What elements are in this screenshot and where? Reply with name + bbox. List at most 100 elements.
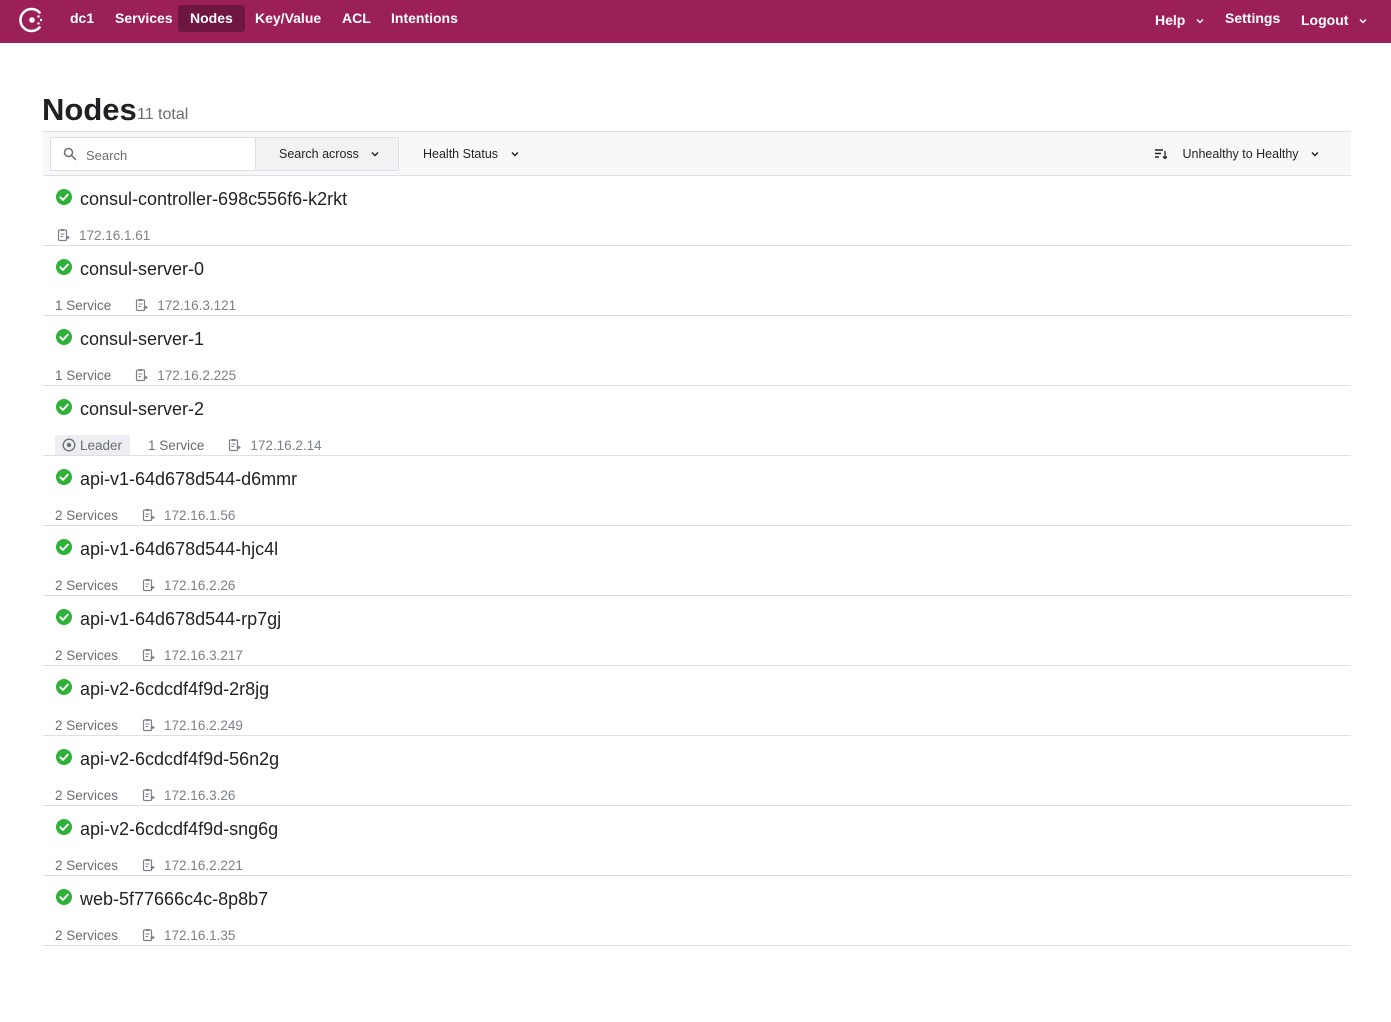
node-name: api-v2-6cdcdf4f9d-2r8jg: [80, 679, 270, 699]
node-row[interactable]: api-v1-64d678d544-hjc4l 2 Services 172.1…: [43, 526, 1351, 596]
leader-badge: Leader: [55, 435, 131, 455]
address-icon: [142, 579, 155, 592]
node-row[interactable]: api-v1-64d678d544-rp7gj 2 Services 172.1…: [43, 596, 1351, 666]
service-count: 1 Service: [148, 437, 205, 453]
filter-bar: Search across Health Status Unhealthy to…: [43, 131, 1351, 176]
nav-acl[interactable]: ACL: [330, 5, 383, 32]
page-title: Nodes: [42, 92, 137, 127]
search-box: [50, 137, 256, 171]
sort-dropdown[interactable]: Unhealthy to Healthy: [1154, 137, 1320, 171]
nav-datacenter[interactable]: dc1: [58, 5, 106, 32]
health-passing-icon: [56, 679, 72, 695]
node-name: web-5f77666c4c-8p8b7: [80, 889, 269, 909]
node-meta: 2 Services 172.16.1.56: [55, 505, 235, 525]
chevron-down-icon: [1359, 19, 1367, 24]
address-icon: [142, 649, 155, 662]
address-icon: [136, 299, 149, 312]
search-across-dropdown[interactable]: Search across: [255, 137, 399, 171]
address-icon: [229, 439, 242, 452]
health-passing-icon: [56, 399, 72, 415]
service-count: 1 Service: [55, 367, 112, 383]
node-name: consul-server-2: [80, 399, 205, 419]
search-input[interactable]: [86, 146, 246, 164]
chevron-down-icon: [1311, 151, 1319, 157]
node-row[interactable]: api-v2-6cdcdf4f9d-2r8jg 2 Services 172.1…: [43, 666, 1351, 736]
node-row[interactable]: api-v2-6cdcdf4f9d-sng6g 2 Services 172.1…: [43, 806, 1351, 876]
node-address: 172.16.2.249: [164, 717, 243, 733]
service-count: 2 Services: [55, 717, 119, 733]
health-passing-icon: [56, 539, 72, 555]
health-passing-icon: [56, 609, 72, 625]
node-meta: 2 Services 172.16.2.26: [55, 575, 235, 595]
node-name: consul-server-1: [80, 329, 205, 349]
leader-label: Leader: [80, 437, 123, 453]
consul-logo-icon[interactable]: [18, 6, 46, 34]
address-icon: [142, 859, 155, 872]
nav-settings[interactable]: Settings: [1213, 5, 1292, 32]
node-row[interactable]: consul-controller-698c556f6-k2rkt 172.16…: [43, 176, 1351, 246]
help-menu[interactable]: Help: [1143, 7, 1217, 34]
address-icon: [136, 369, 149, 382]
node-meta: 2 Services 172.16.2.221: [55, 855, 243, 875]
node-name: consul-controller-698c556f6-k2rkt: [80, 189, 348, 209]
service-count: 2 Services: [55, 647, 119, 663]
service-count: 2 Services: [55, 577, 119, 593]
address-icon: [142, 789, 155, 802]
logout-menu[interactable]: Logout: [1289, 7, 1380, 34]
health-passing-icon: [56, 189, 72, 205]
logout-label: Logout: [1301, 12, 1349, 28]
chevron-down-icon: [371, 151, 379, 157]
node-meta: 172.16.1.61: [55, 225, 150, 245]
node-meta: 2 Services 172.16.1.35: [55, 925, 235, 945]
leader-icon: [62, 438, 76, 452]
service-count: 2 Services: [55, 787, 119, 803]
node-meta: 2 Services 172.16.3.217: [55, 645, 243, 665]
health-status-label: Health Status: [423, 147, 499, 161]
node-name: api-v1-64d678d544-d6mmr: [80, 469, 298, 489]
node-row[interactable]: web-5f77666c4c-8p8b7 2 Services 172.16.1…: [43, 876, 1351, 946]
sort-icon: [1155, 149, 1167, 160]
health-passing-icon: [56, 819, 72, 835]
node-name: api-v2-6cdcdf4f9d-sng6g: [80, 819, 279, 839]
help-label: Help: [1155, 12, 1186, 28]
address-icon: [142, 929, 155, 942]
address-icon: [142, 509, 155, 522]
node-address: 172.16.2.225: [157, 367, 237, 383]
health-passing-icon: [56, 749, 72, 765]
search-icon: [63, 147, 77, 161]
node-row[interactable]: api-v1-64d678d544-d6mmr 2 Services 172.1…: [43, 456, 1351, 526]
node-name: consul-server-0: [80, 259, 205, 279]
node-row[interactable]: consul-server-0 1 Service 172.16.3.121: [43, 246, 1351, 316]
node-row[interactable]: consul-server-2 Leader 1 Service 172.16.…: [43, 386, 1351, 456]
top-nav: dc1 Services Nodes Key/Value ACL Intenti…: [0, 0, 1391, 43]
node-address: 172.16.1.35: [164, 927, 236, 943]
node-name: api-v2-6cdcdf4f9d-56n2g: [80, 749, 280, 769]
address-icon: [57, 229, 70, 242]
node-row[interactable]: consul-server-1 1 Service 172.16.2.225: [43, 316, 1351, 386]
node-count: 11 total: [137, 106, 189, 123]
nav-intentions[interactable]: Intentions: [379, 5, 470, 32]
sort-label: Unhealthy to Healthy: [1182, 147, 1299, 161]
node-meta: 1 Service 172.16.3.121: [55, 295, 236, 315]
service-count: 2 Services: [55, 927, 119, 943]
node-row[interactable]: api-v2-6cdcdf4f9d-56n2g 2 Services 172.1…: [43, 736, 1351, 806]
node-address: 172.16.2.14: [250, 437, 322, 453]
health-passing-icon: [56, 889, 72, 905]
node-list: consul-controller-698c556f6-k2rkt 172.16…: [43, 176, 1351, 946]
health-passing-icon: [56, 329, 72, 345]
node-name: api-v1-64d678d544-rp7gj: [80, 609, 282, 629]
nav-key-value[interactable]: Key/Value: [243, 5, 333, 32]
node-meta: 2 Services 172.16.2.249: [55, 715, 243, 735]
node-address: 172.16.2.26: [164, 577, 236, 593]
node-meta: Leader 1 Service 172.16.2.14: [55, 435, 322, 455]
health-status-dropdown[interactable]: Health Status: [423, 137, 520, 171]
nav-nodes[interactable]: Nodes: [178, 5, 245, 32]
node-address: 172.16.1.56: [164, 507, 236, 523]
chevron-down-icon: [511, 151, 519, 157]
node-meta: 2 Services 172.16.3.26: [55, 785, 235, 805]
node-address: 172.16.1.61: [79, 227, 151, 243]
address-icon: [142, 719, 155, 732]
node-address: 172.16.3.121: [157, 297, 237, 313]
nav-services[interactable]: Services: [103, 5, 185, 32]
search-across-label: Search across: [279, 147, 359, 161]
